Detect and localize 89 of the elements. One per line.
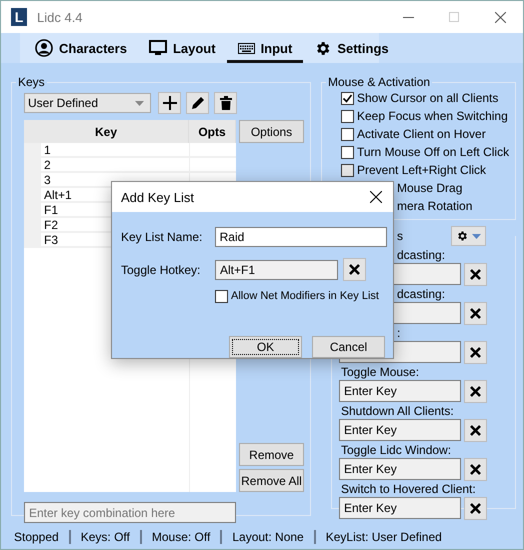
checkbox[interactable]: [341, 92, 354, 104]
checkbox-label: Mouse Drag: [397, 181, 462, 195]
hotkey-label: Toggle Mouse:: [341, 365, 420, 380]
tab[interactable]: Input: [226, 33, 304, 63]
hotkey-label: Toggle Lidc Window:: [341, 443, 452, 458]
checkbox[interactable]: [215, 290, 228, 302]
checkbox-label: Allow Net Modifiers in Key List: [231, 290, 379, 302]
trash-icon: [220, 96, 232, 110]
field-label: Key List Name:: [121, 230, 204, 244]
close-icon: [469, 463, 482, 476]
hotkey-field[interactable]: Enter Key: [339, 419, 461, 441]
hotkey-field[interactable]: Enter Key: [339, 458, 461, 480]
table-cell[interactable]: 2: [41, 158, 189, 173]
caret-icon: [472, 234, 481, 238]
maximize-icon: [449, 12, 459, 22]
user-icon: [35, 39, 53, 57]
close-icon: [469, 346, 482, 359]
checkbox-label: Turn Mouse Off on Left Click: [357, 145, 510, 159]
tab[interactable]: Characters: [24, 33, 138, 63]
checkbox-label: Show Cursor on all Clients: [357, 91, 498, 105]
hotkey-label: dcasting:: [397, 248, 446, 263]
checkbox[interactable]: [341, 128, 354, 140]
close-icon: [348, 263, 361, 276]
table-cell[interactable]: [189, 158, 236, 173]
key-input-field[interactable]: Enter key combination here: [24, 502, 236, 523]
clear-button[interactable]: [464, 497, 487, 520]
window-title: Lidc 4.4: [37, 10, 83, 24]
name-field[interactable]: Raid: [214, 227, 387, 247]
status-item: Mouse: Off: [140, 530, 220, 544]
app-logo: L: [11, 8, 27, 26]
dialog-title: Add Key List: [121, 190, 194, 204]
remove-button[interactable]: Remove: [239, 443, 304, 466]
delete-button[interactable]: [214, 92, 237, 114]
clear-button[interactable]: [464, 341, 487, 364]
checkbox-label: mera Rotation: [397, 199, 472, 213]
keyboard-icon: [238, 42, 255, 54]
edit-button[interactable]: [186, 92, 209, 114]
tab[interactable]: Settings: [303, 33, 400, 63]
table-cell[interactable]: [189, 143, 236, 158]
list-dropdown[interactable]: User Defined: [24, 93, 151, 113]
field-label: Toggle Hotkey:: [121, 262, 202, 276]
clear-button[interactable]: [464, 458, 487, 481]
monitor-icon: [148, 40, 167, 56]
column-header: Opts: [189, 120, 236, 143]
cancel-button[interactable]: Cancel: [312, 336, 385, 358]
hotkey-field[interactable]: Enter Key: [339, 380, 461, 402]
minimize-icon: [402, 16, 414, 18]
hotkey-label: Shutdown All Clients:: [341, 404, 454, 419]
hotkey-label: dcasting:: [397, 287, 446, 302]
checkbox[interactable]: [341, 146, 354, 158]
status-item: Stopped: [14, 530, 60, 544]
status-item: Layout: None: [220, 530, 314, 544]
clear-button[interactable]: [464, 380, 487, 403]
close-icon: [469, 268, 482, 281]
pencil-icon: [190, 96, 204, 110]
checkbox-label: Keep Focus when Switching: [357, 109, 508, 123]
checkbox-label: Activate Client on Hover: [357, 127, 486, 141]
clear-button[interactable]: [464, 419, 487, 442]
status-item: Keys: Off: [68, 530, 140, 544]
options-button[interactable]: Options: [239, 120, 304, 143]
clear-button[interactable]: [464, 302, 487, 325]
group-title: s: [397, 229, 403, 243]
close-icon: [469, 385, 482, 398]
close-icon: [469, 424, 482, 437]
check-icon: [342, 92, 353, 104]
tab[interactable]: Layout: [138, 33, 227, 63]
ok-button[interactable]: OK: [229, 336, 302, 358]
caret-icon: [135, 100, 144, 106]
close-icon: [370, 191, 382, 203]
group-title: Keys: [17, 75, 46, 89]
gear-icon: [456, 230, 468, 242]
close-icon: [469, 502, 482, 515]
hotkey-label: Switch to Hovered Client:: [341, 482, 476, 497]
clear-button[interactable]: [464, 263, 487, 286]
remove-all-button[interactable]: Remove All: [239, 469, 304, 492]
table-cell[interactable]: 1: [41, 143, 189, 158]
status-item: KeyList: User Defined: [314, 530, 452, 544]
hotkey-label: :: [397, 326, 400, 341]
settings-dropdown-button[interactable]: [451, 226, 486, 246]
checkbox-label: Prevent Left+Right Click: [357, 163, 486, 177]
close-icon: [494, 12, 506, 22]
checkbox[interactable]: [341, 110, 354, 122]
hotkey-field[interactable]: Enter Key: [339, 497, 461, 519]
add-button[interactable]: [158, 92, 181, 114]
close-icon: [469, 307, 482, 320]
plus-icon: [162, 96, 176, 110]
hotkey-field[interactable]: Alt+F1: [215, 260, 338, 280]
group-title: Mouse & Activation: [327, 75, 432, 89]
clear-button[interactable]: [343, 258, 366, 281]
